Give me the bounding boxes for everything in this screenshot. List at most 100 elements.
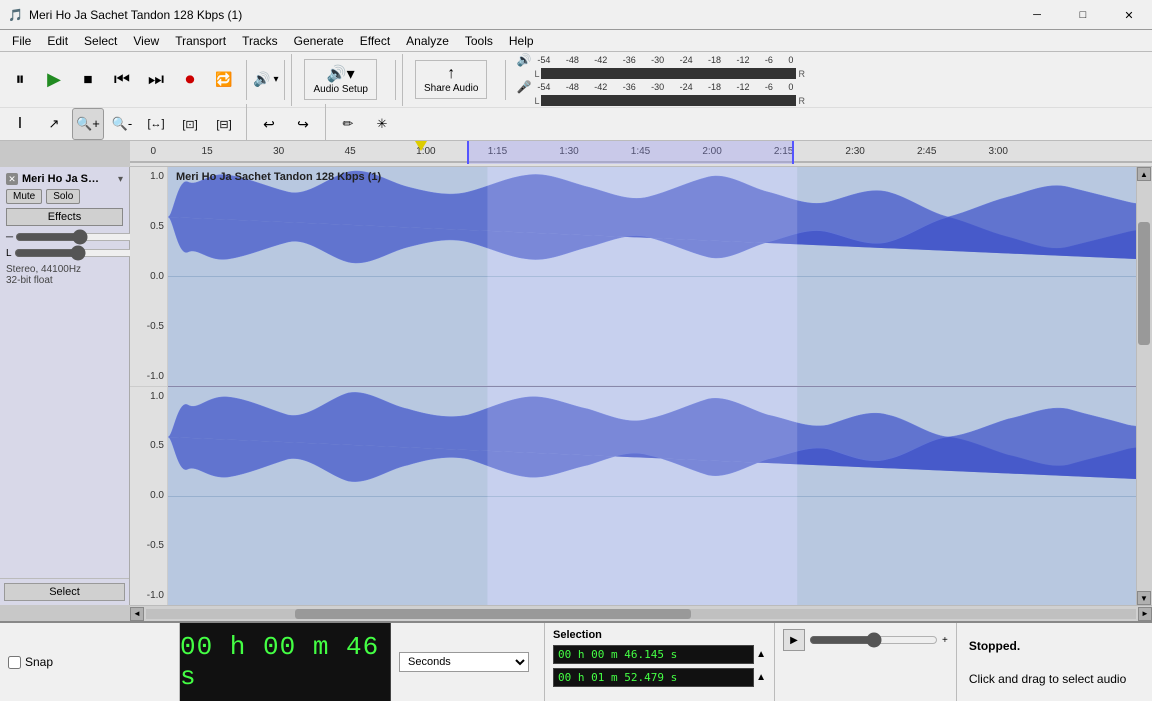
- track-info: Stereo, 44100Hz32-bit float: [6, 264, 123, 286]
- redo-button[interactable]: ↪: [287, 108, 319, 140]
- toolbars: ⏸ ▶ ⏹ ⏮ ⏭ ⏺ 🔁 🔊 ▾ 🔊▾ Audio Setup: [0, 52, 1152, 141]
- scroll-thumb-h[interactable]: [295, 609, 691, 619]
- svg-text:2:30: 2:30: [845, 146, 865, 157]
- y-label2--0.5: -0.5: [133, 540, 164, 551]
- scroll-thumb-v[interactable]: [1138, 222, 1150, 345]
- track-title-overlay: Meri Ho Ja Sachet Tandon 128 Kbps (1): [176, 171, 381, 183]
- vu-bar-row-2: L R: [534, 95, 805, 106]
- menu-tracks[interactable]: Tracks: [234, 30, 286, 52]
- vu-meters: 🔊 -54-48-42-36-30-24-18-12-60 L R 🎤: [512, 51, 809, 108]
- record-button[interactable]: ⏺: [174, 64, 206, 96]
- effects-button[interactable]: Effects: [6, 208, 123, 226]
- menu-tools[interactable]: Tools: [457, 30, 501, 52]
- audio-setup-area: 🔊▾ Audio Setup: [291, 54, 389, 106]
- zoom-in-button[interactable]: 🔍+: [72, 108, 104, 140]
- waveform-channel-2[interactable]: [168, 387, 1136, 606]
- mute-button[interactable]: Mute: [6, 189, 42, 204]
- share-audio-button[interactable]: ↑ Share Audio: [415, 60, 488, 99]
- waveform-display[interactable]: Meri Ho Ja Sachet Tandon 128 Kbps (1): [168, 167, 1136, 605]
- close-button[interactable]: ✕: [1106, 0, 1152, 30]
- minimize-button[interactable]: ─: [1014, 0, 1060, 30]
- track-mute-solo: Mute Solo: [6, 189, 123, 204]
- fit-project-button[interactable]: [↔]: [140, 108, 172, 140]
- y-label-0.5: 0.5: [133, 221, 164, 232]
- y-label2-0.5: 0.5: [133, 440, 164, 451]
- track-menu-button[interactable]: ▾: [118, 174, 123, 185]
- play-button[interactable]: ▶: [38, 64, 70, 96]
- svg-text:15: 15: [202, 146, 214, 157]
- zoom-selection-button[interactable]: [⊡]: [174, 108, 206, 140]
- y-axis-top: 1.0 0.5 0.0 -0.5 -1.0: [130, 167, 167, 387]
- vu-bar-2: [541, 95, 796, 106]
- seconds-area: Seconds Minutes hh:mm:ss: [390, 623, 545, 701]
- menu-help[interactable]: Help: [501, 30, 542, 52]
- y-axis-bottom: 1.0 0.5 0.0 -0.5 -1.0: [130, 387, 167, 606]
- draw-tool-button[interactable]: ✏: [332, 108, 364, 140]
- star-tool-button[interactable]: ✳: [366, 108, 398, 140]
- y-label2--1.0: -1.0: [133, 590, 164, 601]
- menu-analyze[interactable]: Analyze: [398, 30, 457, 52]
- track-select-area: Select: [0, 578, 129, 605]
- menu-generate[interactable]: Generate: [286, 30, 352, 52]
- y-axis: 1.0 0.5 0.0 -0.5 -1.0 1.0 0.5 0.0 -0.5 -…: [130, 167, 168, 605]
- track-close-button[interactable]: ✕: [6, 173, 18, 185]
- snap-row: Snap: [8, 655, 171, 669]
- svg-text:3:00: 3:00: [988, 146, 1008, 157]
- vu-scale-bottom: -54-48-42-36-30-24-18-12-60: [533, 82, 793, 92]
- title-bar: 🎵 Meri Ho Ja Sachet Tandon 128 Kbps (1) …: [0, 0, 1152, 30]
- pause-button[interactable]: ⏸: [4, 64, 36, 96]
- maximize-button[interactable]: □: [1060, 0, 1106, 30]
- waveform-channel-1[interactable]: [168, 167, 1136, 387]
- sel-time2-up[interactable]: ▲: [756, 672, 766, 683]
- envelope-tool-button[interactable]: ↗: [38, 108, 70, 140]
- scroll-right-button[interactable]: ►: [1138, 607, 1152, 621]
- sel-time1-up[interactable]: ▲: [756, 649, 766, 660]
- menu-view[interactable]: View: [125, 30, 167, 52]
- vu-bar-row-1: L R: [534, 68, 805, 79]
- stop-button[interactable]: ⏹: [72, 64, 104, 96]
- timeline-ruler[interactable]: 0 15 30 45 1:00 1:15 1:30 1:45 2:00 2:15…: [130, 141, 1152, 167]
- playback-speed-slider[interactable]: [809, 632, 938, 648]
- zoom-toggle-button[interactable]: [⊟]: [208, 108, 240, 140]
- menu-effect[interactable]: Effect: [352, 30, 398, 52]
- scroll-left-button[interactable]: ◄: [130, 607, 144, 621]
- skip-back-button[interactable]: ⏮: [106, 64, 138, 96]
- y-label-0.0: 0.0: [133, 271, 164, 282]
- vu-lr-label-r1: R: [798, 69, 805, 79]
- volume-row: ─ +: [6, 230, 123, 244]
- app-window: 🎵 Meri Ho Ja Sachet Tandon 128 Kbps (1) …: [0, 0, 1152, 701]
- zoom-out-button[interactable]: 🔍-: [106, 108, 138, 140]
- vu-scale-row-2: 🎤 -54-48-42-36-30-24-18-12-60: [516, 80, 805, 94]
- vu-lr-label-r2: R: [798, 96, 805, 106]
- undo-button[interactable]: ↩: [253, 108, 285, 140]
- menu-edit[interactable]: Edit: [39, 30, 76, 52]
- vu-scale-row: 🔊 -54-48-42-36-30-24-18-12-60: [516, 53, 805, 67]
- skip-forward-button[interactable]: ⏭: [140, 64, 172, 96]
- selection-tool-button[interactable]: I: [4, 108, 36, 140]
- scroll-down-button[interactable]: ▼: [1137, 591, 1151, 605]
- menu-transport[interactable]: Transport: [167, 30, 234, 52]
- time-digits: 00 h 00 m 46 s: [180, 632, 390, 692]
- vu-bar-1: [541, 68, 796, 79]
- playback-play-button[interactable]: ▶: [783, 629, 805, 651]
- waveform-svg-1: [168, 167, 1136, 386]
- svg-text:30: 30: [273, 146, 285, 157]
- snap-checkbox[interactable]: [8, 656, 21, 669]
- solo-button[interactable]: Solo: [46, 189, 80, 204]
- time-display: 00 h 00 m 46 s: [180, 623, 390, 701]
- scroll-up-button[interactable]: ▲: [1137, 167, 1151, 181]
- vertical-scrollbar[interactable]: ▲ ▼: [1136, 167, 1152, 605]
- gain-slider[interactable]: [15, 230, 144, 244]
- menu-file[interactable]: File: [4, 30, 39, 52]
- toolbar-separator-4: [505, 60, 506, 100]
- track-name: Meri Ho Ja S…: [22, 173, 114, 185]
- volume-icon: ─: [6, 232, 13, 243]
- audio-setup-button[interactable]: 🔊▾ Audio Setup: [304, 59, 377, 100]
- loop-button[interactable]: 🔁: [208, 64, 240, 96]
- seconds-dropdown[interactable]: Seconds Minutes hh:mm:ss: [399, 652, 529, 672]
- select-button[interactable]: Select: [4, 583, 125, 601]
- pan-slider[interactable]: [14, 246, 143, 260]
- menu-select[interactable]: Select: [76, 30, 125, 52]
- snap-area: Snap: [0, 623, 180, 701]
- status-text-area: Stopped. Click and drag to select audio: [956, 623, 1152, 701]
